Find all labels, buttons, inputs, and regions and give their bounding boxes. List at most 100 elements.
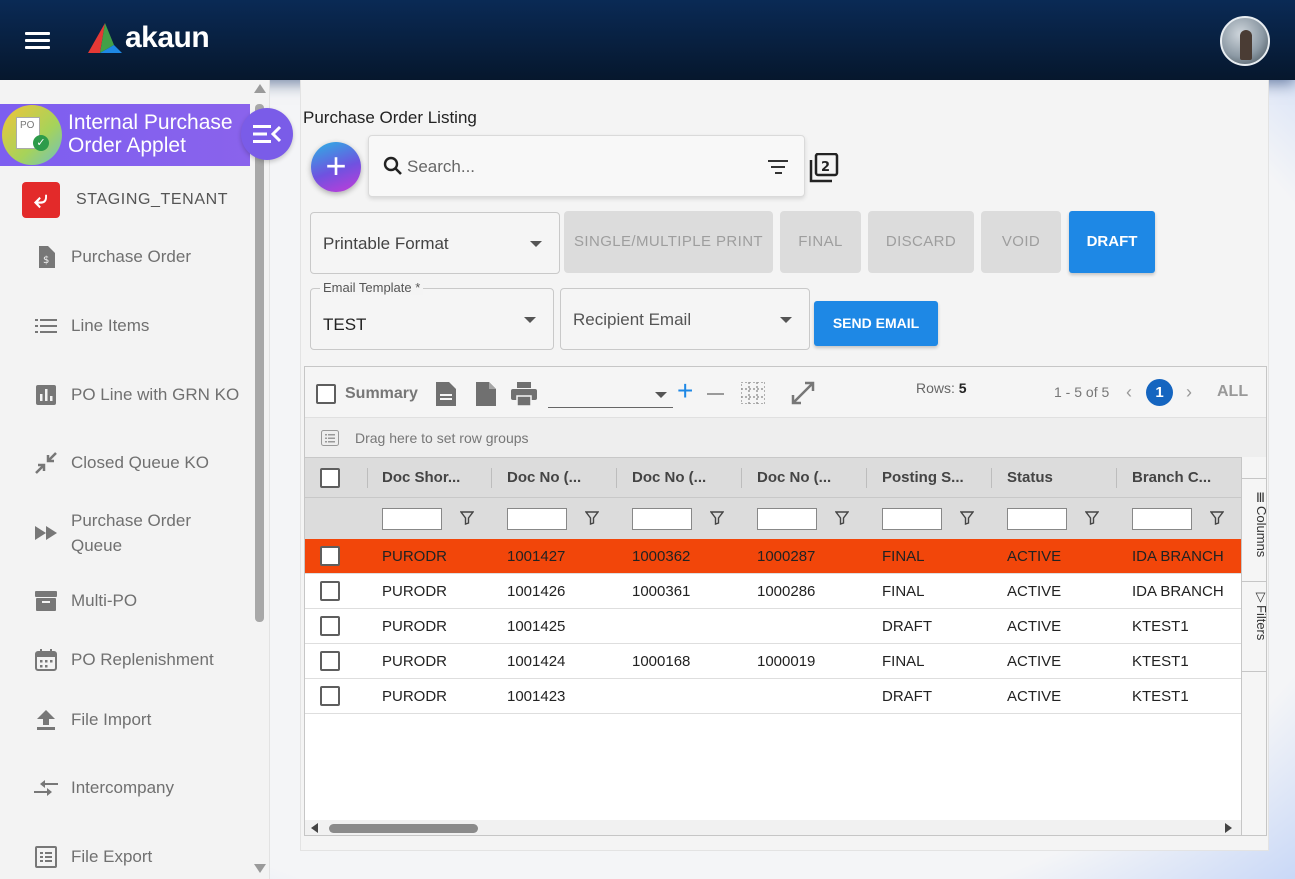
column-filter-input[interactable] — [382, 508, 442, 530]
column-filter-input[interactable] — [757, 508, 817, 530]
svg-text:$: $ — [43, 255, 49, 266]
chevron-left-icon[interactable]: ‹ — [1126, 382, 1132, 403]
final-button[interactable]: FINAL — [780, 211, 861, 273]
sidebar-item-line-items[interactable]: Line Items — [34, 314, 149, 338]
column-header[interactable]: Doc No (... — [757, 469, 831, 486]
column-header[interactable]: Doc Shor... — [382, 469, 460, 486]
column-filter-input[interactable] — [1132, 508, 1192, 530]
avatar[interactable] — [1220, 16, 1270, 66]
chevron-down-icon — [780, 317, 792, 323]
data-grid: Summary + Rows: 5 1 - 5 of 5 ‹ 1 › ALL D… — [304, 366, 1267, 836]
column-header[interactable]: Branch C... — [1132, 469, 1211, 486]
scroll-right-arrow-icon[interactable] — [1225, 823, 1232, 833]
document-icon[interactable] — [436, 382, 456, 411]
sidebar-item-po-line-grn[interactable]: PO Line with GRN KO — [34, 383, 239, 407]
funnel-icon[interactable] — [459, 511, 475, 525]
column-header[interactable]: Doc No (... — [507, 469, 581, 486]
single-multiple-print-button[interactable]: SINGLE/MULTIPLE PRINT — [564, 211, 773, 273]
sidebar-item-label: File Import — [71, 710, 152, 729]
send-email-button[interactable]: SEND EMAIL — [814, 301, 938, 346]
funnel-icon[interactable] — [1084, 511, 1100, 525]
column-filter-input[interactable] — [882, 508, 942, 530]
chevron-right-icon[interactable]: › — [1186, 382, 1192, 403]
collapse-minus-icon[interactable] — [707, 393, 724, 395]
column-filter-input[interactable] — [1007, 508, 1067, 530]
table-row[interactable]: PURODR 1001427 1000362 1000287 FINAL ACT… — [305, 539, 1241, 574]
recipient-email-select[interactable]: Recipient Email — [560, 288, 810, 350]
fullscreen-expand-icon[interactable] — [791, 381, 815, 410]
scroll-down-arrow-icon[interactable] — [254, 864, 266, 873]
funnel-icon[interactable] — [709, 511, 725, 525]
funnel-icon[interactable] — [834, 511, 850, 525]
table-row[interactable]: PURODR 1001425 DRAFT ACTIVE KTEST1 — [305, 609, 1241, 644]
row-checkbox[interactable] — [320, 651, 340, 671]
all-button[interactable]: ALL — [1217, 383, 1248, 401]
funnel-icon[interactable] — [584, 511, 600, 525]
funnel-icon[interactable] — [959, 511, 975, 525]
row-checkbox[interactable] — [320, 581, 340, 601]
collapse-sidebar-button[interactable] — [241, 108, 293, 160]
sidebar-scrollbar[interactable] — [252, 84, 266, 879]
draft-button[interactable]: DRAFT — [1069, 211, 1155, 273]
search-input[interactable] — [407, 156, 747, 178]
row-checkbox[interactable] — [320, 546, 340, 566]
check-icon: ✓ — [33, 135, 49, 151]
column-filter-input[interactable] — [507, 508, 567, 530]
summary-checkbox[interactable] — [316, 384, 336, 404]
grid-view-select[interactable] — [548, 382, 673, 408]
column-filter-input[interactable] — [632, 508, 692, 530]
summary-label: Summary — [345, 385, 418, 402]
row-checkbox[interactable] — [320, 616, 340, 636]
table-row[interactable]: PURODR 1001424 1000168 1000019 FINAL ACT… — [305, 644, 1241, 679]
sidebar-item-file-import[interactable]: File Import — [34, 708, 151, 732]
page-title: Purchase Order Listing — [303, 108, 477, 127]
sidebar-item-multi-po[interactable]: Multi-PO — [34, 589, 137, 613]
printable-format-select[interactable]: Printable Format — [310, 212, 560, 274]
funnel-icon[interactable] — [1209, 511, 1225, 525]
fast-forward-icon — [34, 521, 58, 545]
sidebar-item-intercompany[interactable]: Intercompany — [34, 776, 174, 800]
sidebar-item-po-replenishment[interactable]: PO Replenishment — [34, 648, 214, 672]
sidebar: PO ✓ Internal Purchase Order Applet ⤶ ST… — [0, 80, 270, 879]
column-header[interactable]: Posting S... — [882, 469, 964, 486]
list-icon — [34, 314, 58, 338]
horizontal-scrollbar[interactable] — [305, 820, 1241, 835]
row-checkbox[interactable] — [320, 686, 340, 706]
table-row[interactable]: PURODR 1001423 DRAFT ACTIVE KTEST1 — [305, 679, 1241, 714]
scroll-thumb[interactable] — [255, 104, 264, 622]
filters-tab[interactable]: ▽ Filters — [1242, 590, 1266, 670]
scroll-up-arrow-icon[interactable] — [254, 84, 266, 93]
hamburger-menu-icon[interactable] — [25, 32, 50, 50]
sidebar-item-closed-queue-ko[interactable]: Closed Queue KO — [34, 451, 209, 475]
select-all-checkbox[interactable] — [320, 468, 340, 488]
column-header[interactable]: Status — [1007, 469, 1053, 486]
sidebar-item-label: PO Line with GRN KO — [71, 385, 240, 404]
sidebar-item-purchase-order[interactable]: $ Purchase Order — [34, 245, 191, 269]
add-button[interactable]: + — [311, 142, 361, 192]
library-books-icon[interactable]: 2 — [809, 152, 839, 183]
chevron-down-icon — [655, 392, 667, 398]
discard-button[interactable]: DISCARD — [868, 211, 974, 273]
pagination-text: 1 - 5 of 5 — [1054, 384, 1110, 400]
sidebar-item-label: Purchase Order — [71, 247, 191, 266]
expand-plus-icon[interactable]: + — [677, 377, 693, 405]
table-row[interactable]: PURODR 1001426 1000361 1000286 FINAL ACT… — [305, 574, 1241, 609]
email-template-select[interactable]: Email Template * TEST — [310, 280, 554, 350]
grid-dots-icon[interactable] — [740, 381, 766, 409]
column-header[interactable]: Doc No (... — [632, 469, 706, 486]
row-group-bar[interactable]: Drag here to set row groups — [305, 417, 1266, 457]
print-icon[interactable] — [511, 382, 537, 411]
sidebar-item-purchase-order-queue[interactable]: Purchase Order Queue — [34, 508, 191, 558]
horizontal-scroll-thumb[interactable] — [329, 824, 478, 833]
filter-lines-icon[interactable] — [767, 160, 789, 178]
file-icon[interactable] — [476, 382, 496, 411]
tenant-label: STAGING_TENANT — [76, 191, 229, 208]
dollar-doc-icon: $ — [34, 245, 58, 269]
tenant[interactable]: ⤶ STAGING_TENANT — [22, 182, 228, 218]
void-button[interactable]: VOID — [981, 211, 1061, 273]
sidebar-item-file-export[interactable]: File Export — [34, 845, 152, 869]
page-1-button[interactable]: 1 — [1146, 379, 1173, 406]
columns-tab[interactable]: Ⅲ Columns — [1242, 491, 1266, 581]
scroll-left-arrow-icon[interactable] — [311, 823, 318, 833]
applet-header[interactable]: PO ✓ Internal Purchase Order Applet — [0, 104, 250, 166]
